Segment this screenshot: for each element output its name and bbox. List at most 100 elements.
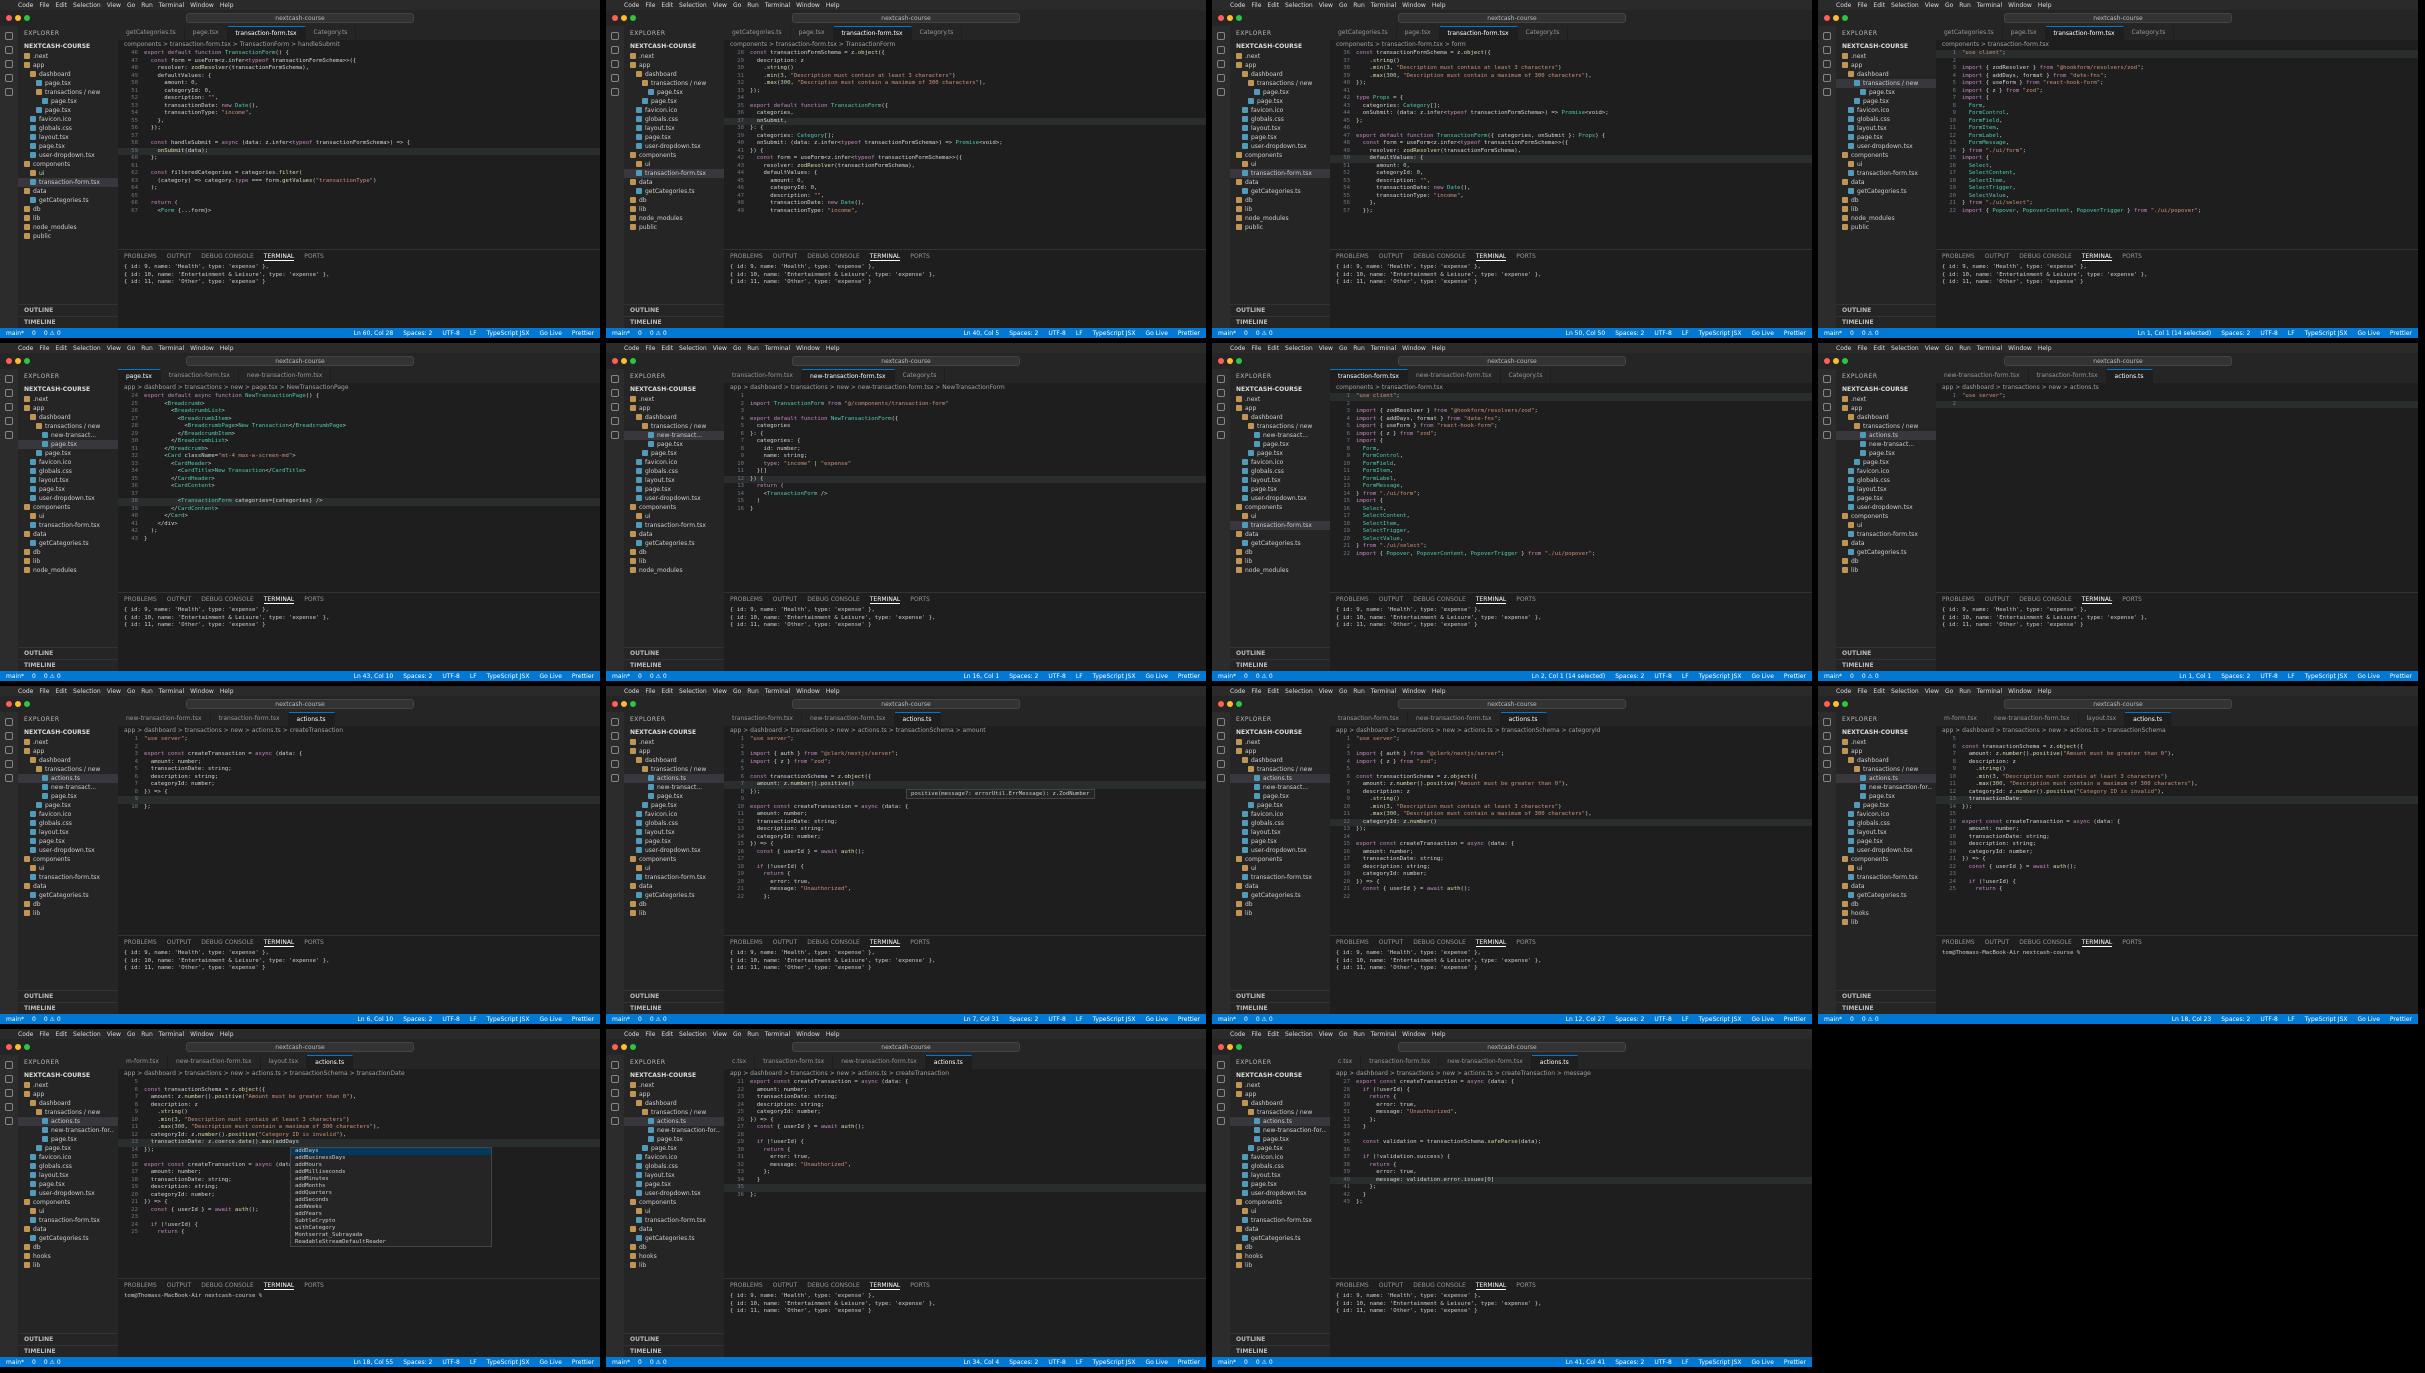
code-line[interactable]: 6 description: string; [118,774,600,782]
autocomplete-item[interactable]: withCategory [291,1225,491,1232]
panel-tab[interactable]: PROBLEMS [730,939,763,947]
tree-folder[interactable]: db [624,548,724,557]
menu-item[interactable]: Terminal [1977,345,2002,352]
status-item[interactable]: TypeScript JSX [487,330,530,337]
code-editor[interactable]: 1 "use server"; 2 [1936,393,2418,593]
autocomplete-item[interactable]: Montserrat_Subrayada [291,1232,491,1239]
tree-file[interactable]: globals.css [1836,819,1936,828]
tree-folder[interactable]: ui [18,169,118,178]
menu-item[interactable]: Selection [1285,1031,1313,1038]
status-item[interactable]: Prettier [1784,1016,1806,1023]
code-line[interactable]: 37 [118,491,600,499]
breadcrumb[interactable]: components > transaction-form.tsx [1330,383,1812,393]
code-line[interactable]: 7 amount: z.number().positive("Amount mu… [1936,751,2418,759]
tree-file[interactable]: user-dropdown.tsx [1230,494,1330,503]
code-line[interactable]: 5 import { useForm } from "react-hook-for… [1330,423,1812,431]
tree-file[interactable]: new-transact... [18,783,118,792]
tree-folder[interactable]: .next [1836,738,1936,747]
tree-file[interactable]: transaction-form.tsx [18,521,118,530]
tree-file[interactable]: new-transact... [1230,431,1330,440]
source-control-icon[interactable] [1217,403,1225,411]
status-left[interactable]: main* 0 0 ⚠ 0 [1218,1359,1281,1366]
menu-item[interactable]: Help [2038,688,2052,695]
tree-file[interactable]: page.tsx [18,440,118,449]
menu-item[interactable]: Run [141,688,153,695]
editor-tab[interactable]: page.tsx [2003,26,2046,40]
tree-file[interactable]: getCategories.ts [18,1234,118,1243]
terminal-output[interactable]: { id: 9, name: 'Health', type: 'expense'… [1330,607,1812,630]
menu-item[interactable]: Terminal [159,688,184,695]
code-line[interactable]: 16 Select, [1330,506,1812,514]
panel-tab[interactable]: OUTPUT [1379,939,1403,947]
tree-file[interactable]: getCategories.ts [1230,1234,1330,1243]
tree-folder[interactable]: lib [1230,909,1330,918]
tree-folder[interactable]: app [624,61,724,70]
close-dot-icon[interactable] [1218,15,1224,21]
tree-file[interactable]: user-dropdown.tsx [624,142,724,151]
status-item[interactable]: 0 ⚠ 0 [44,1359,61,1366]
code-line[interactable]: 4 import { addDays, format } from "date-f… [1330,416,1812,424]
tree-folder[interactable]: hooks [624,1252,724,1261]
code-line[interactable]: 25 return { [1936,886,2418,894]
menu-item[interactable]: Code [624,1031,639,1038]
status-item[interactable]: main* [612,673,630,680]
status-item[interactable]: Spaces: 2 [2221,1016,2250,1023]
code-line[interactable]: 12 categoryId: z.number() [1330,818,1812,826]
code-line[interactable]: 8}) => { [118,789,600,797]
tree-folder[interactable]: app [1836,747,1936,756]
tree-folder[interactable]: ui [18,864,118,873]
minimize-dot-icon[interactable] [15,358,21,364]
menu-item[interactable]: View [1925,2,1939,9]
outline-section[interactable]: OUTLINE [1836,647,1936,659]
menu-item[interactable]: Go [1945,2,1953,9]
tree-folder[interactable]: dashboard [624,413,724,422]
code-line[interactable]: 20 categoryId: number; [1936,849,2418,857]
code-line[interactable]: 36}; [724,1192,1206,1200]
code-line[interactable]: 56 }, [1330,200,1812,208]
menu-item[interactable]: Selection [73,345,101,352]
menu-item[interactable]: Window [1402,2,1426,9]
files-icon[interactable] [1823,375,1831,383]
status-item[interactable]: Spaces: 2 [1615,1016,1644,1023]
code-line[interactable]: 31 message: "Unauthorized", [1330,1109,1812,1117]
window-controls[interactable] [6,1044,30,1050]
extensions-icon[interactable] [5,431,13,439]
code-line[interactable]: 52 description: "", [118,95,600,103]
menu-item[interactable]: Terminal [1371,345,1396,352]
tree-file[interactable]: layout.tsx [1836,124,1936,133]
run-debug-icon[interactable] [611,760,619,768]
tree-file[interactable]: page.tsx [1230,837,1330,846]
menu-item[interactable]: Code [18,2,33,9]
tree-file[interactable]: getCategories.ts [624,187,724,196]
code-line[interactable]: 53 transactionDate: new Date(), [118,103,600,111]
project-name[interactable]: NEXTCASH-COURSE [1230,41,1330,52]
terminal-output[interactable]: { id: 9, name: 'Health', type: 'expense'… [1936,607,2418,630]
status-item[interactable]: Spaces: 2 [1615,673,1644,680]
status-item[interactable]: main* [612,1359,630,1366]
panel-tab[interactable]: TERMINAL [2081,253,2113,261]
code-editor[interactable]: 21 export const createTransaction = async… [724,1079,1206,1279]
code-editor[interactable]: 1 "use client"; 2 3 import { zodResolver } f… [1330,393,1812,593]
code-line[interactable]: 3 import { zodResolver } from "@hookform/… [1330,408,1812,416]
status-item[interactable]: main* [612,1016,630,1023]
code-line[interactable]: 27 const { userId } = await auth(); [724,1124,1206,1132]
menu-item[interactable]: Terminal [765,688,790,695]
menu-item[interactable]: Window [190,345,214,352]
tree-file[interactable]: page.tsx [624,449,724,458]
status-item[interactable]: UTF-8 [2260,673,2278,680]
menu-item[interactable]: Code [18,688,33,695]
status-item[interactable]: 0 ⚠ 0 [44,1016,61,1023]
cursor-position[interactable]: Ln 41, Col 41 [1566,1359,1606,1366]
extensions-icon[interactable] [1823,431,1831,439]
code-line[interactable]: 1 "use server"; [118,736,600,744]
zoom-dot-icon[interactable] [1842,15,1848,21]
menu-item[interactable]: Code [1230,345,1245,352]
panel-tab[interactable]: DEBUG CONSOLE [1413,939,1466,947]
status-item[interactable]: UTF-8 [2260,1016,2278,1023]
code-line[interactable]: 6 import { z } from "zod"; [1330,431,1812,439]
panel-tab[interactable]: TERMINAL [869,939,901,947]
tree-folder[interactable]: db [1836,900,1936,909]
code-line[interactable]: 38}: { [724,125,1206,133]
editor-tab[interactable]: transaction-form.tsx [833,26,912,40]
panel-tab[interactable]: PORTS [910,596,930,604]
